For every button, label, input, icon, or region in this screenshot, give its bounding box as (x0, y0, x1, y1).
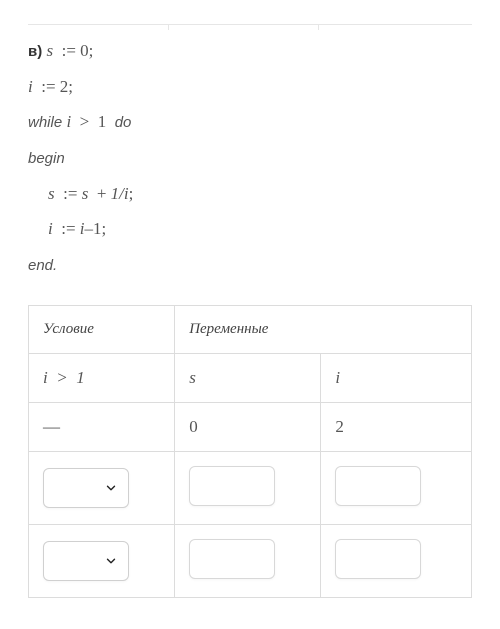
val-2: 2 (60, 77, 69, 96)
problem-label: в) (28, 43, 42, 60)
code-line-while: while i > 1 do (28, 104, 472, 140)
condition-dropdown-2[interactable] (43, 541, 129, 581)
cell-i-initial: 2 (321, 402, 472, 451)
kw-begin: begin (28, 150, 65, 167)
s-input-2[interactable] (189, 539, 275, 579)
code-line-body2: i := i–1; (28, 211, 472, 247)
b2-b: 1 (93, 219, 102, 238)
var-s: s (46, 41, 53, 60)
b1-a: s (82, 184, 89, 203)
subheader-s: s (175, 353, 321, 402)
code-line-2: i := 2; (28, 69, 472, 105)
subheader-condition: i > 1 (29, 353, 175, 402)
code-line-begin: begin (28, 140, 472, 176)
table-header-row: Условие Переменные (29, 305, 472, 353)
sub-cond-rhs: 1 (76, 368, 85, 387)
chevron-down-icon (104, 554, 118, 568)
var-i: i (28, 77, 33, 96)
b2-lhs: i (48, 219, 53, 238)
sub-cond-lhs: i (43, 368, 48, 387)
chevron-down-icon (104, 481, 118, 495)
header-condition: Условие (29, 305, 175, 353)
cell-cond-input-1 (29, 451, 175, 524)
s-input-1[interactable] (189, 466, 275, 506)
code-line-body1: s := s + 1/i; (28, 176, 472, 212)
cell-cond-initial: — (29, 402, 175, 451)
kw-while: while (28, 114, 62, 131)
header-variables: Переменные (175, 305, 472, 353)
sub-i: i (335, 368, 340, 387)
cell-s-input-1 (175, 451, 321, 524)
trace-table: Условие Переменные i > 1 s i — 0 2 (28, 305, 472, 598)
subheader-i: i (321, 353, 472, 402)
table-row-input-2 (29, 524, 472, 597)
code-line-end: end. (28, 247, 472, 283)
sub-s: s (189, 368, 196, 387)
b2-a: i (80, 219, 85, 238)
table-subheader-row: i > 1 s i (29, 353, 472, 402)
cell-s-initial: 0 (175, 402, 321, 451)
cell-cond-input-2 (29, 524, 175, 597)
pseudocode-block: в) s := 0; i := 2; while i > 1 do begin … (28, 33, 472, 283)
b1-b: 1/i (111, 184, 129, 203)
cell-i-input-1 (321, 451, 472, 524)
cond-lhs: i (66, 112, 71, 131)
code-line-1: в) s := 0; (28, 33, 472, 69)
kw-do: do (115, 114, 132, 131)
cond-rhs: 1 (98, 112, 107, 131)
condition-dropdown-1[interactable] (43, 468, 129, 508)
i-input-2[interactable] (335, 539, 421, 579)
table-row-input-1 (29, 451, 472, 524)
b1-lhs: s (48, 184, 55, 203)
top-divider (28, 24, 472, 25)
cell-s-input-2 (175, 524, 321, 597)
cond-op: > (80, 112, 90, 131)
cell-i-input-2 (321, 524, 472, 597)
sub-cond-op: > (56, 368, 67, 387)
i-input-1[interactable] (335, 466, 421, 506)
kw-end: end. (28, 257, 57, 274)
table-row-initial: — 0 2 (29, 402, 472, 451)
val-0: 0 (80, 41, 89, 60)
